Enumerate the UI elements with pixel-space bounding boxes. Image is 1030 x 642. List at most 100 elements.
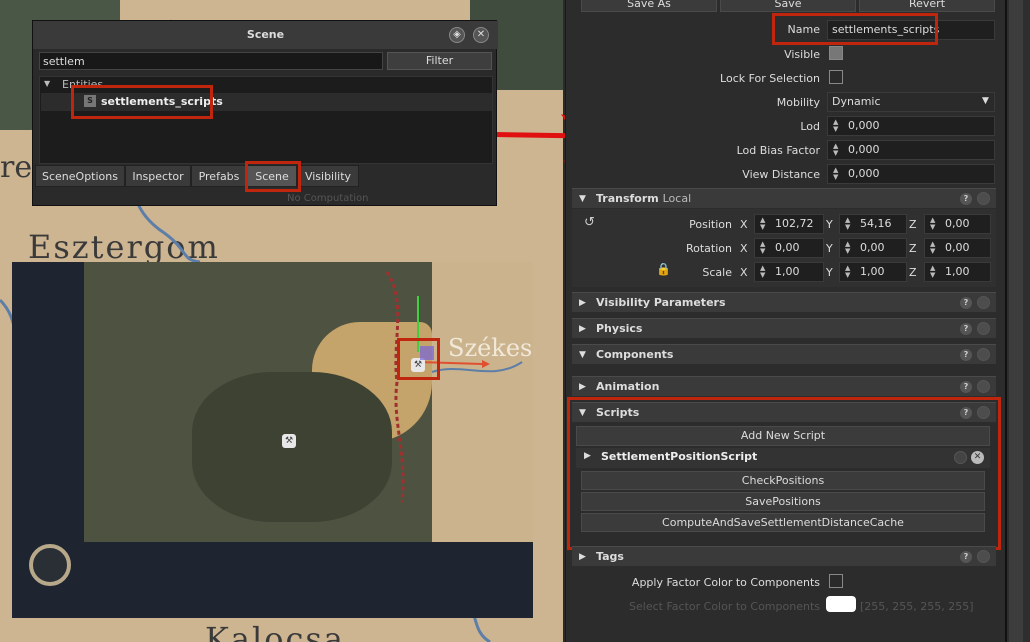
visible-checkbox[interactable] (829, 46, 843, 60)
axis-z-label: Z (909, 266, 917, 279)
help-icon[interactable]: ? (960, 193, 972, 205)
section-tags[interactable]: ▶ Tags ? (572, 546, 996, 566)
tab-inspector[interactable]: Inspector (125, 165, 191, 187)
settings-icon[interactable]: ◈ (449, 27, 465, 43)
stepper-icon[interactable]: ▲ ▼ (760, 265, 765, 279)
filter-button[interactable]: Filter (387, 52, 492, 70)
stepper-icon[interactable]: ▲ ▼ (930, 265, 935, 279)
section-title: Tags (596, 550, 624, 563)
reset-icon[interactable]: ↺ (584, 215, 595, 230)
stepper-icon[interactable]: ▲ ▼ (760, 241, 765, 255)
collapse-icon[interactable]: ▼ (579, 345, 586, 365)
tree-expand-icon[interactable]: ▼ (44, 79, 50, 88)
section-title: Visibility Parameters (596, 296, 726, 309)
settlement-marker[interactable]: ⚒ (282, 434, 296, 448)
stepper-icon[interactable]: ▲ ▼ (760, 217, 765, 231)
axis-x-label: X (740, 218, 748, 231)
visible-label: Visible (784, 48, 820, 61)
stepper-icon[interactable]: ▲ ▼ (845, 217, 850, 231)
stepper-icon[interactable]: ▲ ▼ (845, 265, 850, 279)
axis-y-label: Y (826, 266, 833, 279)
close-icon[interactable]: ✕ (473, 27, 489, 43)
stepper-icon[interactable]: ▲ ▼ (930, 241, 935, 255)
scene-window: Scene ◈ ✕ Filter ▼ Entities S settlement… (32, 20, 498, 206)
axis-x-label: X (740, 266, 748, 279)
expand-icon[interactable]: ▶ (579, 377, 586, 397)
compass-icon[interactable] (29, 544, 71, 586)
transform-title: Transform (596, 192, 659, 205)
highlight-box (245, 161, 301, 192)
help-icon[interactable]: ? (960, 551, 972, 563)
section-physics[interactable]: ▶ Physics ? (572, 318, 996, 338)
mobility-label: Mobility (776, 96, 820, 109)
toggle-dot-icon[interactable] (977, 322, 990, 335)
axis-z-label: Z (909, 218, 917, 231)
toggle-dot-icon[interactable] (977, 550, 990, 563)
toggle-dot-icon[interactable] (977, 348, 990, 361)
section-transform[interactable]: ▼ Transform Local ? (572, 188, 996, 208)
expand-icon[interactable]: ▶ (579, 293, 586, 313)
scene-footer-text: No Computation (287, 193, 369, 204)
tab-sceneoptions[interactable]: SceneOptions (35, 165, 125, 187)
stepper-icon[interactable]: ▲ ▼ (833, 167, 838, 181)
collapse-icon[interactable]: ▼ (579, 189, 586, 209)
tab-visibility[interactable]: Visibility (297, 165, 359, 187)
revert-button[interactable]: Revert (859, 0, 995, 12)
axis-y-label: Y (826, 218, 833, 231)
position-label: Position (689, 218, 732, 231)
gizmo-lines (385, 271, 523, 503)
help-icon[interactable]: ? (960, 381, 972, 393)
axis-y-label: Y (826, 242, 833, 255)
apply-factor-checkbox[interactable] (829, 574, 843, 588)
entity-tree: ▼ Entities S settlements_scripts (39, 76, 493, 164)
transform-mode: Local (662, 192, 692, 205)
toggle-dot-icon[interactable] (977, 192, 990, 205)
lod-bias-field[interactable]: 0,000 (827, 140, 995, 160)
help-icon[interactable]: ? (960, 297, 972, 309)
expand-icon[interactable]: ▶ (579, 547, 586, 567)
scene-tab-bar: SceneOptions Inspector Prefabs Scene Vis… (35, 165, 359, 189)
color-swatch[interactable] (826, 596, 856, 612)
section-title: Components (596, 348, 674, 361)
lod-bias-label: Lod Bias Factor (736, 144, 820, 157)
stepper-icon[interactable]: ▲ ▼ (930, 217, 935, 231)
lock-selection-checkbox[interactable] (829, 70, 843, 84)
help-icon[interactable]: ? (960, 349, 972, 361)
highlight-box (567, 397, 1001, 550)
highlight-box (772, 13, 938, 45)
lod-field[interactable]: 0,000 (827, 116, 995, 136)
scrollbar-thumb[interactable] (1009, 0, 1023, 642)
mobility-select[interactable]: Dynamic (827, 92, 995, 112)
stepper-icon[interactable]: ▲ ▼ (845, 241, 850, 255)
toggle-dot-icon[interactable] (977, 380, 990, 393)
section-components[interactable]: ▼ Components ? (572, 344, 996, 364)
scale-label: Scale (702, 266, 732, 279)
lock-selection-label: Lock For Selection (720, 72, 820, 85)
section-animation[interactable]: ▶ Animation ? (572, 376, 996, 396)
section-visibility-parameters[interactable]: ▶ Visibility Parameters ? (572, 292, 996, 312)
stepper-icon[interactable]: ▲ ▼ (833, 119, 838, 133)
axis-x-label: X (740, 242, 748, 255)
help-icon[interactable]: ? (960, 323, 972, 335)
factor-color-value: [255, 255, 255, 255] (860, 600, 974, 613)
scene-search-input[interactable] (39, 52, 383, 70)
lod-label: Lod (800, 120, 820, 133)
gizmo-center[interactable] (420, 346, 434, 360)
chevron-down-icon[interactable]: ▼ (982, 96, 989, 106)
stepper-icon[interactable]: ▲ ▼ (833, 143, 838, 157)
view-distance-label: View Distance (742, 168, 820, 181)
save-button[interactable]: Save (720, 0, 856, 12)
tab-prefabs[interactable]: Prefabs (191, 165, 247, 187)
rotation-label: Rotation (685, 242, 732, 255)
select-factor-label: Select Factor Color to Components (629, 600, 820, 613)
highlight-box (71, 85, 213, 119)
scene-viewport[interactable]: Székesfe ⚒ ⚒ (12, 262, 533, 618)
toggle-dot-icon[interactable] (977, 296, 990, 309)
section-title: Animation (596, 380, 660, 393)
save-as-button[interactable]: Save As (581, 0, 717, 12)
axis-z-label: Z (909, 242, 917, 255)
scene-window-title: Scene (33, 21, 498, 49)
expand-icon[interactable]: ▶ (579, 319, 586, 339)
view-distance-field[interactable]: 0,000 (827, 164, 995, 184)
apply-factor-label: Apply Factor Color to Components (631, 576, 820, 589)
